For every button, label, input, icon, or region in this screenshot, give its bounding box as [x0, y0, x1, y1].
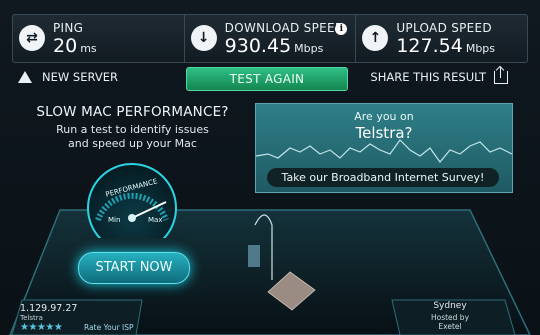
- promo-subtitle-1: Run a test to identify issues: [56, 123, 209, 136]
- survey-banner[interactable]: Take our Broadband Internet Survey!: [267, 168, 499, 187]
- server-host: Hosted by Exetel: [410, 313, 490, 331]
- isp-survey-ad[interactable]: Are you on Telstra? Take our Broadband I…: [255, 103, 513, 193]
- info-icon[interactable]: i: [335, 23, 348, 35]
- download-unit: Mbps: [294, 42, 324, 55]
- upload-unit: Mbps: [465, 42, 496, 55]
- results-bar: ⇄ PING 20 ms ↓ DOWNLOAD SPEED 930.45 Mbps …: [12, 14, 528, 63]
- ad-line1: Are you on: [354, 110, 414, 123]
- host-name: Exetel: [438, 322, 462, 331]
- ping-label: PING: [53, 21, 84, 35]
- triangle-up-icon: [18, 71, 32, 83]
- hosted-by-label: Hosted by: [430, 313, 470, 322]
- new-server-label: NEW SERVER: [42, 70, 118, 84]
- gauge-max: Max: [148, 216, 162, 224]
- rate-isp-link[interactable]: Rate Your ISP: [84, 323, 133, 332]
- download-value: 930.45: [224, 35, 292, 57]
- share-icon: [494, 66, 508, 84]
- performance-gauge: PERFORMANCE Min Max: [87, 163, 177, 238]
- start-now-button[interactable]: START NOW: [78, 252, 190, 284]
- ping-stat: ⇄ PING 20 ms: [13, 15, 185, 62]
- action-row: NEW SERVER TEST AGAIN SHARE THIS RESULT: [12, 66, 526, 92]
- download-arrow-icon: ↓: [190, 25, 217, 51]
- ping-unit: ms: [80, 42, 97, 55]
- isp-rating-stars[interactable]: ★★★★★: [20, 322, 63, 333]
- upload-label: UPLOAD SPEED: [396, 21, 492, 35]
- download-stat: ↓ DOWNLOAD SPEED 930.45 Mbps i: [185, 15, 357, 62]
- share-result-button[interactable]: SHARE THIS RESULT: [370, 66, 508, 84]
- gauge-min: Min: [108, 216, 120, 224]
- upload-arrow-icon: ↑: [362, 25, 389, 51]
- ip-address: 1.129.97.27: [20, 303, 78, 314]
- ping-value: 20: [53, 35, 78, 57]
- ping-icon: ⇄: [19, 25, 45, 51]
- server-city: Sydney: [433, 301, 467, 311]
- ad-wave-graphic: [256, 139, 512, 163]
- upload-stat: ↑ UPLOAD SPEED 127.54 Mbps: [356, 15, 527, 62]
- test-again-button[interactable]: TEST AGAIN: [186, 67, 348, 91]
- share-label: SHARE THIS RESULT: [370, 70, 486, 84]
- download-label: DOWNLOAD SPEED: [224, 21, 345, 35]
- promo-title: SLOW MAC PERFORMANCE?: [36, 104, 229, 120]
- isp-name: Telstra: [20, 314, 43, 322]
- promo-subtitle-2: and speed up your Mac: [68, 137, 197, 150]
- speedtest-app: ⇄ PING 20 ms ↓ DOWNLOAD SPEED 930.45 Mbps …: [0, 0, 540, 335]
- mac-performance-promo: SLOW MAC PERFORMANCE? Run a test to iden…: [20, 104, 245, 151]
- new-server-button[interactable]: NEW SERVER: [18, 70, 118, 84]
- upload-value: 127.54: [396, 35, 463, 57]
